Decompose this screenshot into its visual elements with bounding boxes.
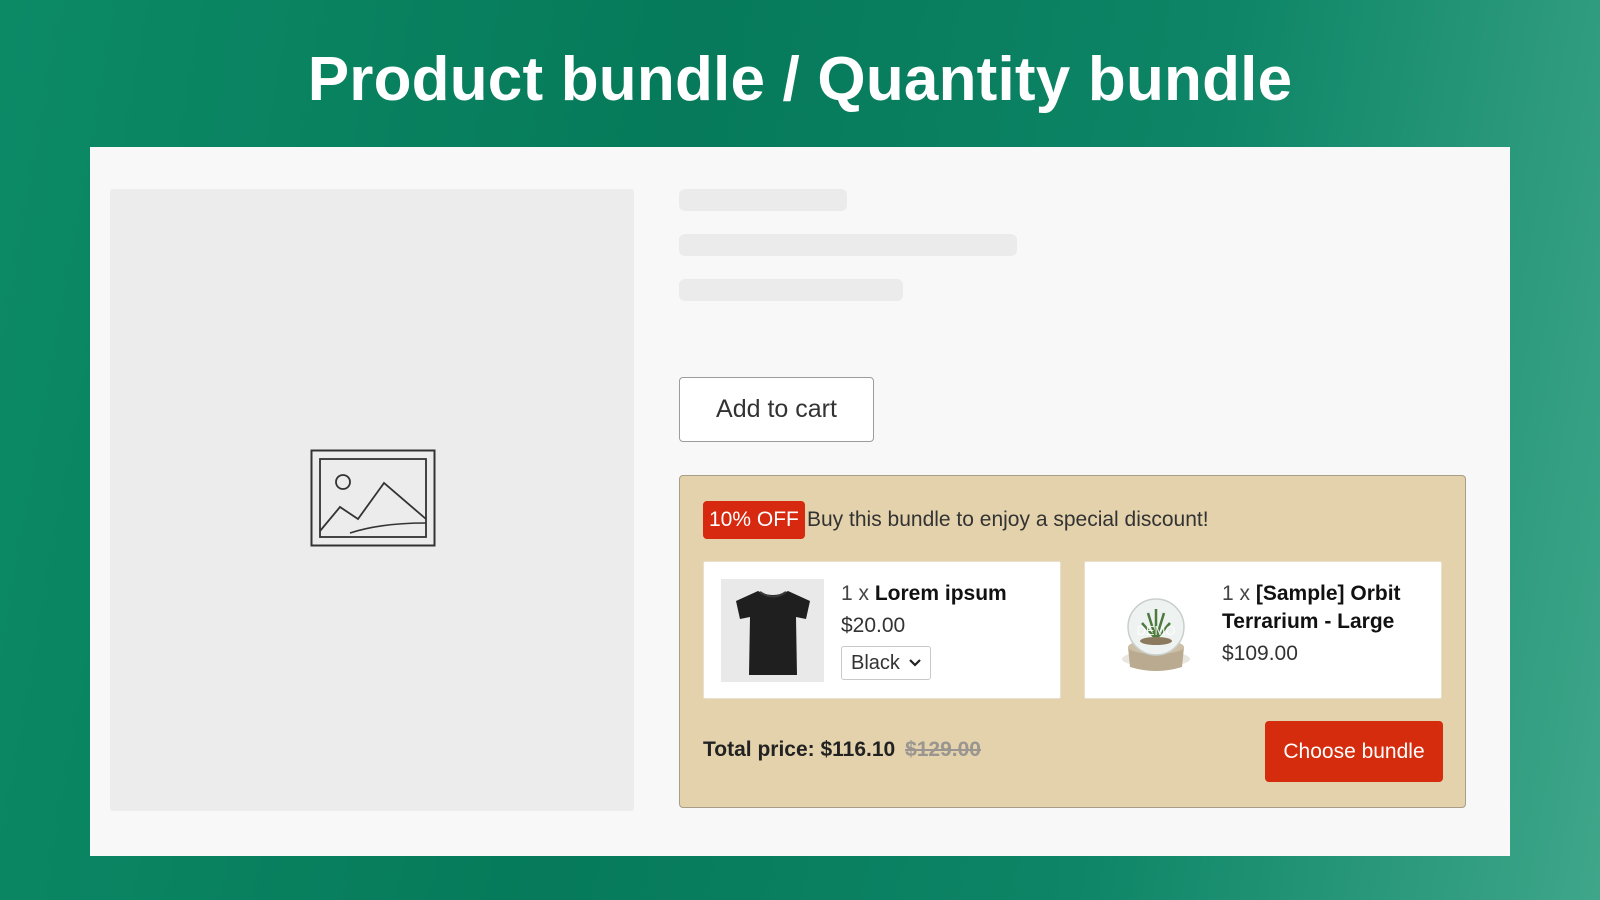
item-price: $20.00	[841, 614, 906, 637]
bundle-promo-text: Buy this bundle to enjoy a special disco…	[807, 508, 1209, 531]
variant-select[interactable]: Black	[841, 646, 931, 680]
add-to-cart-button[interactable]: Add to cart	[679, 377, 874, 442]
bundle-item-card: 1 x Lorem ipsum $20.00 Black	[703, 561, 1061, 699]
item-name: Lorem ipsum	[874, 582, 1007, 605]
item-name: [Sample] Orbit	[1255, 582, 1401, 605]
bundle-total: Total price: $116.10 $129.00	[703, 734, 981, 766]
bundle-item-title: 1 x [Sample] Orbit	[1222, 580, 1401, 608]
compare-at-price: $129.00	[905, 738, 981, 761]
choose-bundle-button[interactable]: Choose bundle	[1265, 721, 1443, 782]
total-label: Total price:	[703, 738, 815, 761]
price-skeleton	[679, 234, 1017, 256]
item-quantity: 1 x	[1222, 582, 1251, 605]
chevron-down-icon	[909, 659, 921, 667]
discount-badge: 10% OFF	[703, 501, 805, 539]
bundle-item-title: 1 x Lorem ipsum	[841, 580, 1007, 608]
terrarium-thumbnail: DEMO	[1102, 579, 1205, 682]
item-price: $109.00	[1222, 642, 1298, 665]
title-skeleton	[679, 189, 847, 211]
bundle-offer-widget: 10% OFF Buy this bundle to enjoy a speci…	[679, 475, 1466, 808]
page-headline: Product bundle / Quantity bundle	[307, 45, 1293, 114]
description-skeleton	[679, 279, 903, 301]
item-quantity: 1 x	[841, 582, 870, 605]
image-placeholder-icon	[310, 449, 436, 547]
bundle-item-card: DEMO 1 x [Sample] Orbit Terrarium - Larg…	[1084, 561, 1442, 699]
total-price: $116.10	[820, 738, 896, 761]
terrarium-image: DEMO	[1121, 597, 1190, 671]
product-page-preview: Add to cart 10% OFF Buy this bundle to e…	[90, 147, 1510, 856]
tshirt-thumbnail	[721, 579, 824, 682]
variant-selected-value: Black	[851, 651, 900, 674]
product-image-placeholder	[110, 189, 634, 811]
black-tshirt-image	[735, 590, 810, 675]
demo-watermark: DEMO	[1136, 623, 1175, 638]
item-name-continued: Terrarium - Large	[1222, 610, 1395, 633]
